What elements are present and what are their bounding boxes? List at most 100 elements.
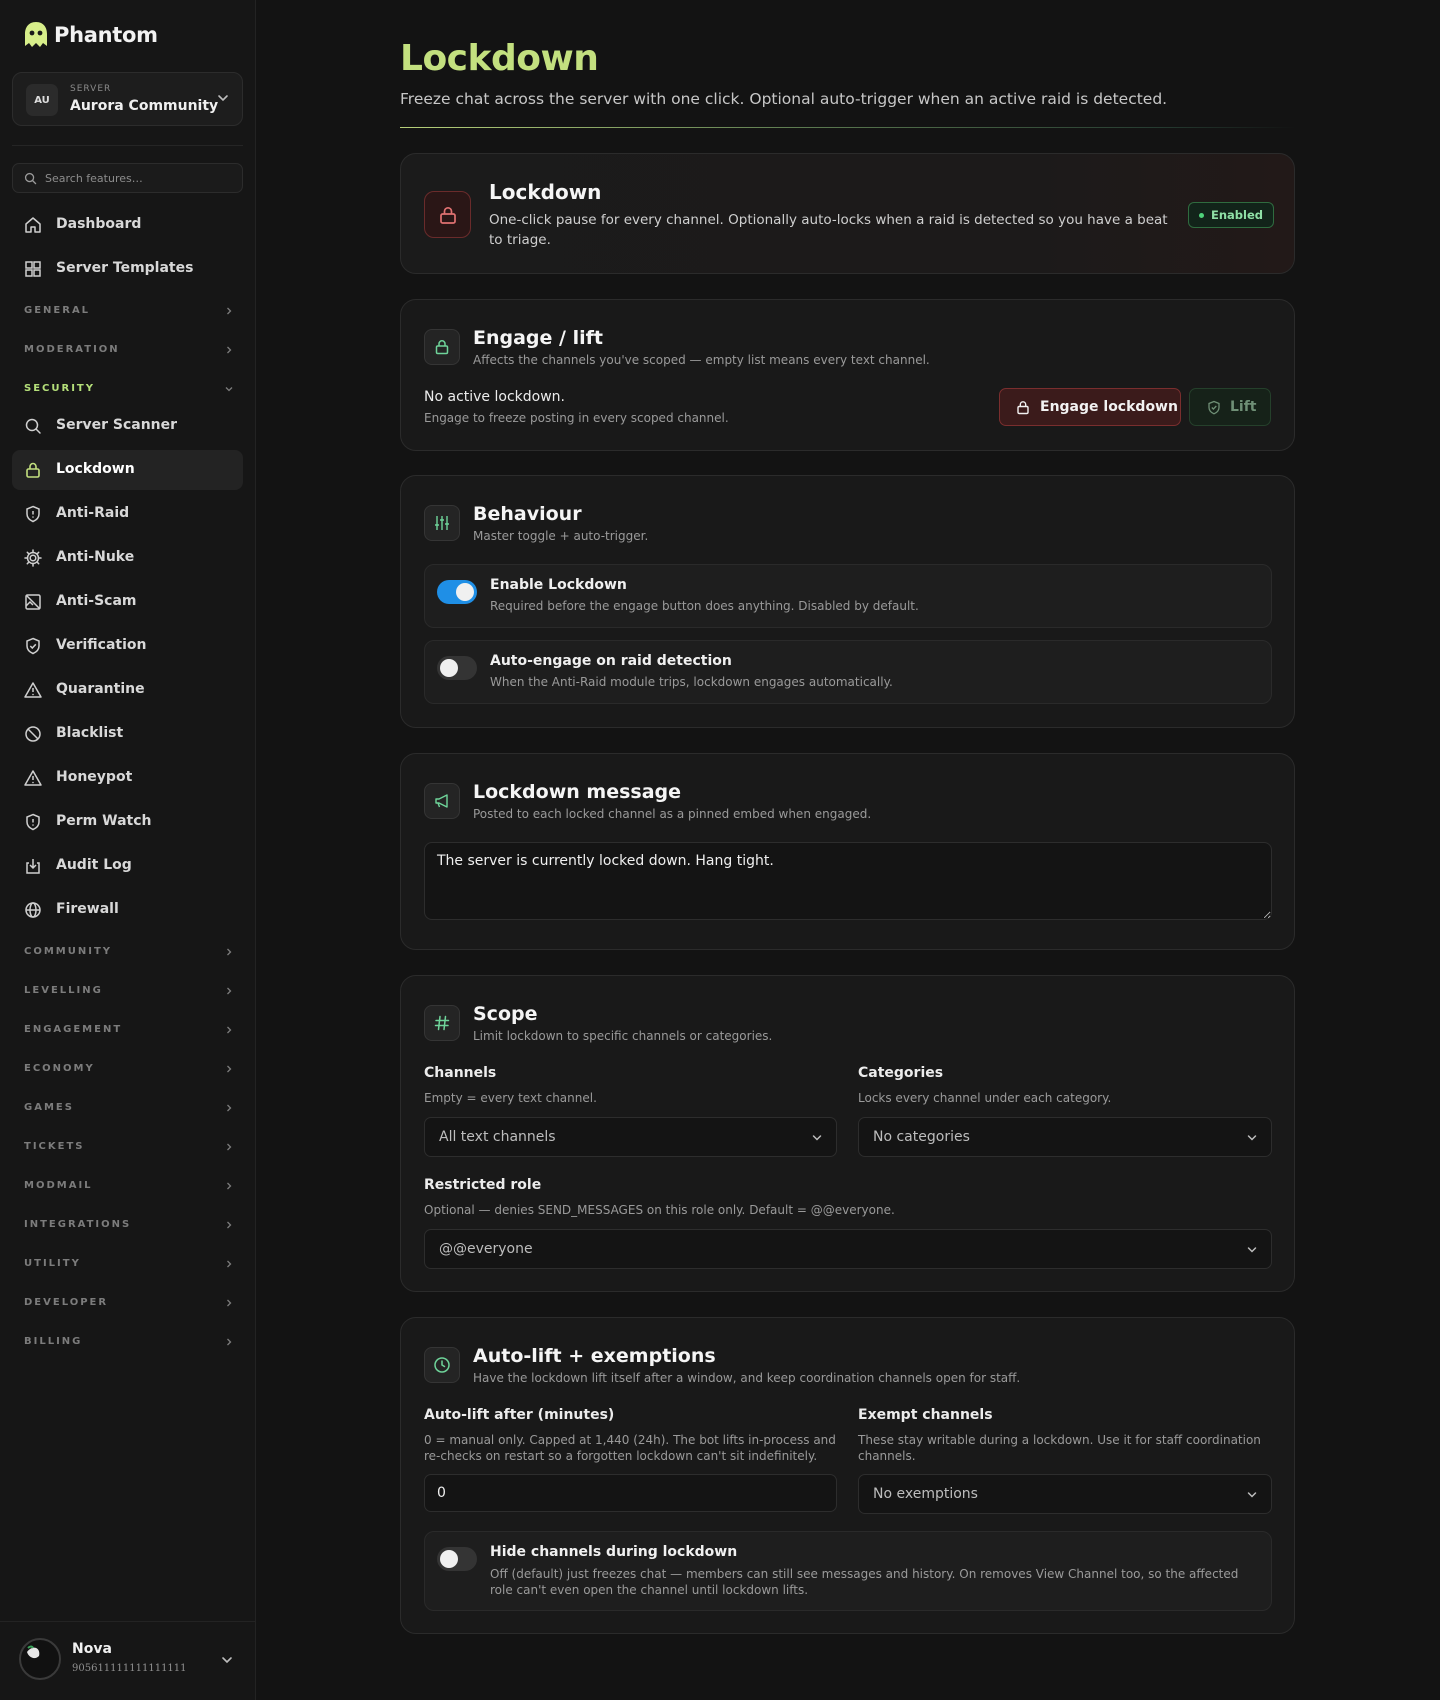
warning-icon <box>24 682 42 698</box>
lockdown-message-card: Lockdown message Posted to each locked c… <box>400 753 1295 950</box>
toggle-row-auto-engage[interactable]: Auto-engage on raid detection When the A… <box>424 640 1272 704</box>
lockdown-message-input[interactable]: The server is currently locked down. Han… <box>424 842 1272 920</box>
autolift-minutes-input[interactable] <box>424 1474 837 1512</box>
section-security[interactable]: SECURITY <box>24 380 234 400</box>
nav-anti-scam[interactable]: Anti-Scam <box>12 582 243 622</box>
nav-perm-watch[interactable]: Perm Watch <box>12 802 243 842</box>
categories-select[interactable]: No categories <box>858 1117 1272 1157</box>
chevron-right-icon <box>227 1104 232 1112</box>
section-label: INTEGRATIONS <box>24 1219 132 1230</box>
warning-icon <box>24 770 42 786</box>
ghost-logo-icon <box>25 22 47 47</box>
nav-anti-raid[interactable]: Anti-Raid <box>12 494 243 534</box>
nav-dashboard[interactable]: Dashboard <box>12 205 243 245</box>
nav-server-scanner[interactable]: Server Scanner <box>12 406 243 446</box>
nav-label: Lockdown <box>56 461 135 477</box>
grid-icon <box>25 261 41 277</box>
card-title: Auto-lift + exemptions <box>473 1345 716 1367</box>
chevron-right-icon <box>227 1182 232 1190</box>
section-general[interactable]: GENERAL <box>24 302 234 322</box>
engage-card: Engage / lift Affects the channels you'v… <box>400 299 1295 451</box>
clock-icon <box>424 1347 460 1383</box>
nav-verification[interactable]: Verification <box>12 626 243 666</box>
nav-server-templates[interactable]: Server Templates <box>12 249 243 289</box>
section-developer[interactable]: DEVELOPER <box>24 1294 234 1314</box>
engage-lockdown-button[interactable]: Engage lockdown <box>999 388 1181 426</box>
auto-engage-toggle[interactable] <box>437 656 477 680</box>
nav-anti-nuke[interactable]: Anti-Nuke <box>12 538 243 578</box>
section-modmail[interactable]: MODMAIL <box>24 1177 234 1197</box>
image-off-icon <box>25 594 41 610</box>
toggle-description: Required before the engage button does a… <box>490 599 919 613</box>
scope-card: Scope Limit lockdown to specific channel… <box>400 975 1295 1292</box>
chevron-down-icon[interactable] <box>220 1653 234 1667</box>
toggle-description: Off (default) just freezes chat — member… <box>490 1567 1239 1597</box>
lift-button[interactable]: Lift <box>1189 388 1271 426</box>
card-title: Scope <box>473 1003 538 1025</box>
search-input[interactable] <box>45 169 235 187</box>
section-community[interactable]: COMMUNITY <box>24 943 234 963</box>
page-title: Lockdown <box>400 38 599 79</box>
nav-audit-log[interactable]: Audit Log <box>12 846 243 886</box>
module-summary-card: Lockdown One-click pause for every chann… <box>400 153 1295 274</box>
channels-label: Channels <box>424 1065 497 1081</box>
nav-honeypot[interactable]: Honeypot <box>12 758 243 798</box>
hide-channels-toggle[interactable] <box>437 1547 477 1571</box>
search-icon <box>25 418 41 434</box>
restricted-role-help: Optional — denies SEND_MESSAGES on this … <box>424 1203 895 1217</box>
section-integrations[interactable]: INTEGRATIONS <box>24 1216 234 1236</box>
restricted-role-value: @@everyone <box>439 1241 533 1257</box>
home-icon <box>25 217 41 233</box>
nav-lockdown[interactable]: Lockdown <box>12 450 243 490</box>
nav-quarantine[interactable]: Quarantine <box>12 670 243 710</box>
restricted-role-select[interactable]: @@everyone <box>424 1229 1272 1269</box>
section-engagement[interactable]: ENGAGEMENT <box>24 1021 234 1041</box>
enable-lockdown-toggle[interactable] <box>437 580 477 604</box>
nav-label: Firewall <box>56 901 119 917</box>
lockdown-status-hint: Engage to freeze posting in every scoped… <box>424 411 729 425</box>
chevron-down-icon <box>1247 1247 1257 1253</box>
server-selector[interactable]: AU SERVER Aurora Community <box>12 72 243 126</box>
section-moderation[interactable]: MODERATION <box>24 341 234 361</box>
toggle-row-enable-lockdown[interactable]: Enable Lockdown Required before the enga… <box>424 564 1272 628</box>
status-badge: Enabled <box>1188 202 1275 228</box>
server-name: Aurora Community <box>70 98 219 114</box>
section-label: COMMUNITY <box>24 946 113 957</box>
avatar[interactable] <box>19 1638 61 1680</box>
chevron-right-icon <box>227 1143 232 1151</box>
nav-firewall[interactable]: Firewall <box>12 890 243 930</box>
section-label: MODERATION <box>24 344 120 355</box>
chevron-right-icon <box>227 346 232 354</box>
toggle-row-hide-channels[interactable]: Hide channels during lockdown Off (defau… <box>424 1531 1272 1611</box>
section-levelling[interactable]: LEVELLING <box>24 982 234 1002</box>
section-billing[interactable]: BILLING <box>24 1333 234 1353</box>
search-box[interactable] <box>12 163 243 193</box>
section-tickets[interactable]: TICKETS <box>24 1138 234 1158</box>
section-utility[interactable]: UTILITY <box>24 1255 234 1275</box>
ban-icon <box>25 726 41 742</box>
section-games[interactable]: GAMES <box>24 1099 234 1119</box>
section-label: MODMAIL <box>24 1180 93 1191</box>
channels-select[interactable]: All text channels <box>424 1117 837 1157</box>
nav-label: Audit Log <box>56 857 132 873</box>
section-label: LEVELLING <box>24 985 103 996</box>
section-label: TICKETS <box>24 1141 85 1152</box>
brand[interactable]: Phantom <box>22 20 158 50</box>
lockdown-status: No active lockdown. <box>424 389 565 405</box>
section-label: SECURITY <box>24 383 95 394</box>
chevron-right-icon <box>227 1065 232 1073</box>
categories-select-value: No categories <box>873 1129 970 1145</box>
exempt-channels-select[interactable]: No exemptions <box>858 1474 1272 1514</box>
server-caption: SERVER <box>70 84 112 94</box>
page-subtitle: Freeze chat across the server with one c… <box>400 90 1168 108</box>
exempt-channels-help: These stay writable during a lockdown. U… <box>858 1433 1261 1463</box>
section-economy[interactable]: ECONOMY <box>24 1060 234 1080</box>
chevron-down-icon <box>1247 1492 1257 1498</box>
shield-alert-icon <box>26 505 40 523</box>
nav-label: Honeypot <box>56 769 133 785</box>
nav-blacklist[interactable]: Blacklist <box>12 714 243 754</box>
nav-label: Server Templates <box>56 260 194 276</box>
download-box-icon <box>26 859 40 874</box>
sidebar-divider <box>12 145 243 146</box>
lock-icon <box>424 191 471 238</box>
